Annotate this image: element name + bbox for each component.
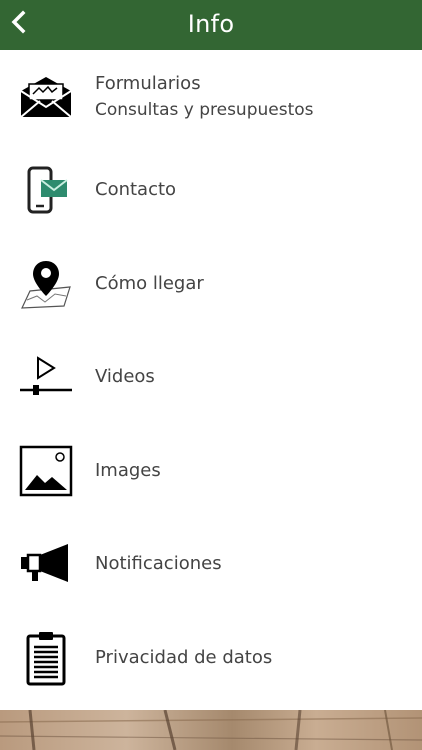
menu-item-contacto[interactable]: Contacto (0, 144, 422, 238)
menu-item-label: Videos (95, 366, 155, 388)
video-player-icon (18, 349, 74, 405)
clipboard-icon (18, 630, 74, 686)
menu-item-text: Cómo llegar (95, 271, 204, 297)
footer-background-photo (0, 710, 422, 750)
menu-item-text: Images (95, 458, 161, 484)
menu-item-notificaciones[interactable]: Notificaciones (0, 518, 422, 612)
menu-item-images[interactable]: Images (0, 424, 422, 518)
menu-item-como-llegar[interactable]: Cómo llegar (0, 237, 422, 331)
menu-item-label: Privacidad de datos (95, 646, 273, 668)
menu-item-label: Notificaciones (95, 553, 222, 575)
info-menu: Formularios Consultas y presupuestos Con… (0, 50, 422, 705)
menu-item-label: Images (95, 459, 161, 481)
menu-item-videos[interactable]: Videos (0, 331, 422, 425)
menu-item-formularios[interactable]: Formularios Consultas y presupuestos (0, 50, 422, 144)
phone-message-icon (18, 162, 74, 218)
menu-item-sublabel: Consultas y presupuestos (95, 99, 314, 120)
menu-item-label: Contacto (95, 179, 177, 201)
menu-item-text: Contacto (95, 177, 176, 203)
menu-item-text: Formularios Consultas y presupuestos (95, 71, 314, 123)
megaphone-icon (18, 536, 74, 592)
envelope-icon (18, 69, 74, 125)
page-title: Info (187, 10, 235, 38)
menu-item-label: Cómo llegar (95, 272, 204, 294)
map-pin-icon (18, 256, 74, 312)
menu-item-privacidad[interactable]: Privacidad de datos (0, 611, 422, 705)
menu-item-text: Notificaciones (95, 551, 222, 577)
app-header: Info (0, 0, 422, 50)
image-icon (18, 443, 74, 499)
menu-item-text: Videos (95, 364, 155, 390)
menu-item-label: Formularios (95, 72, 201, 94)
menu-item-text: Privacidad de datos (95, 645, 272, 671)
